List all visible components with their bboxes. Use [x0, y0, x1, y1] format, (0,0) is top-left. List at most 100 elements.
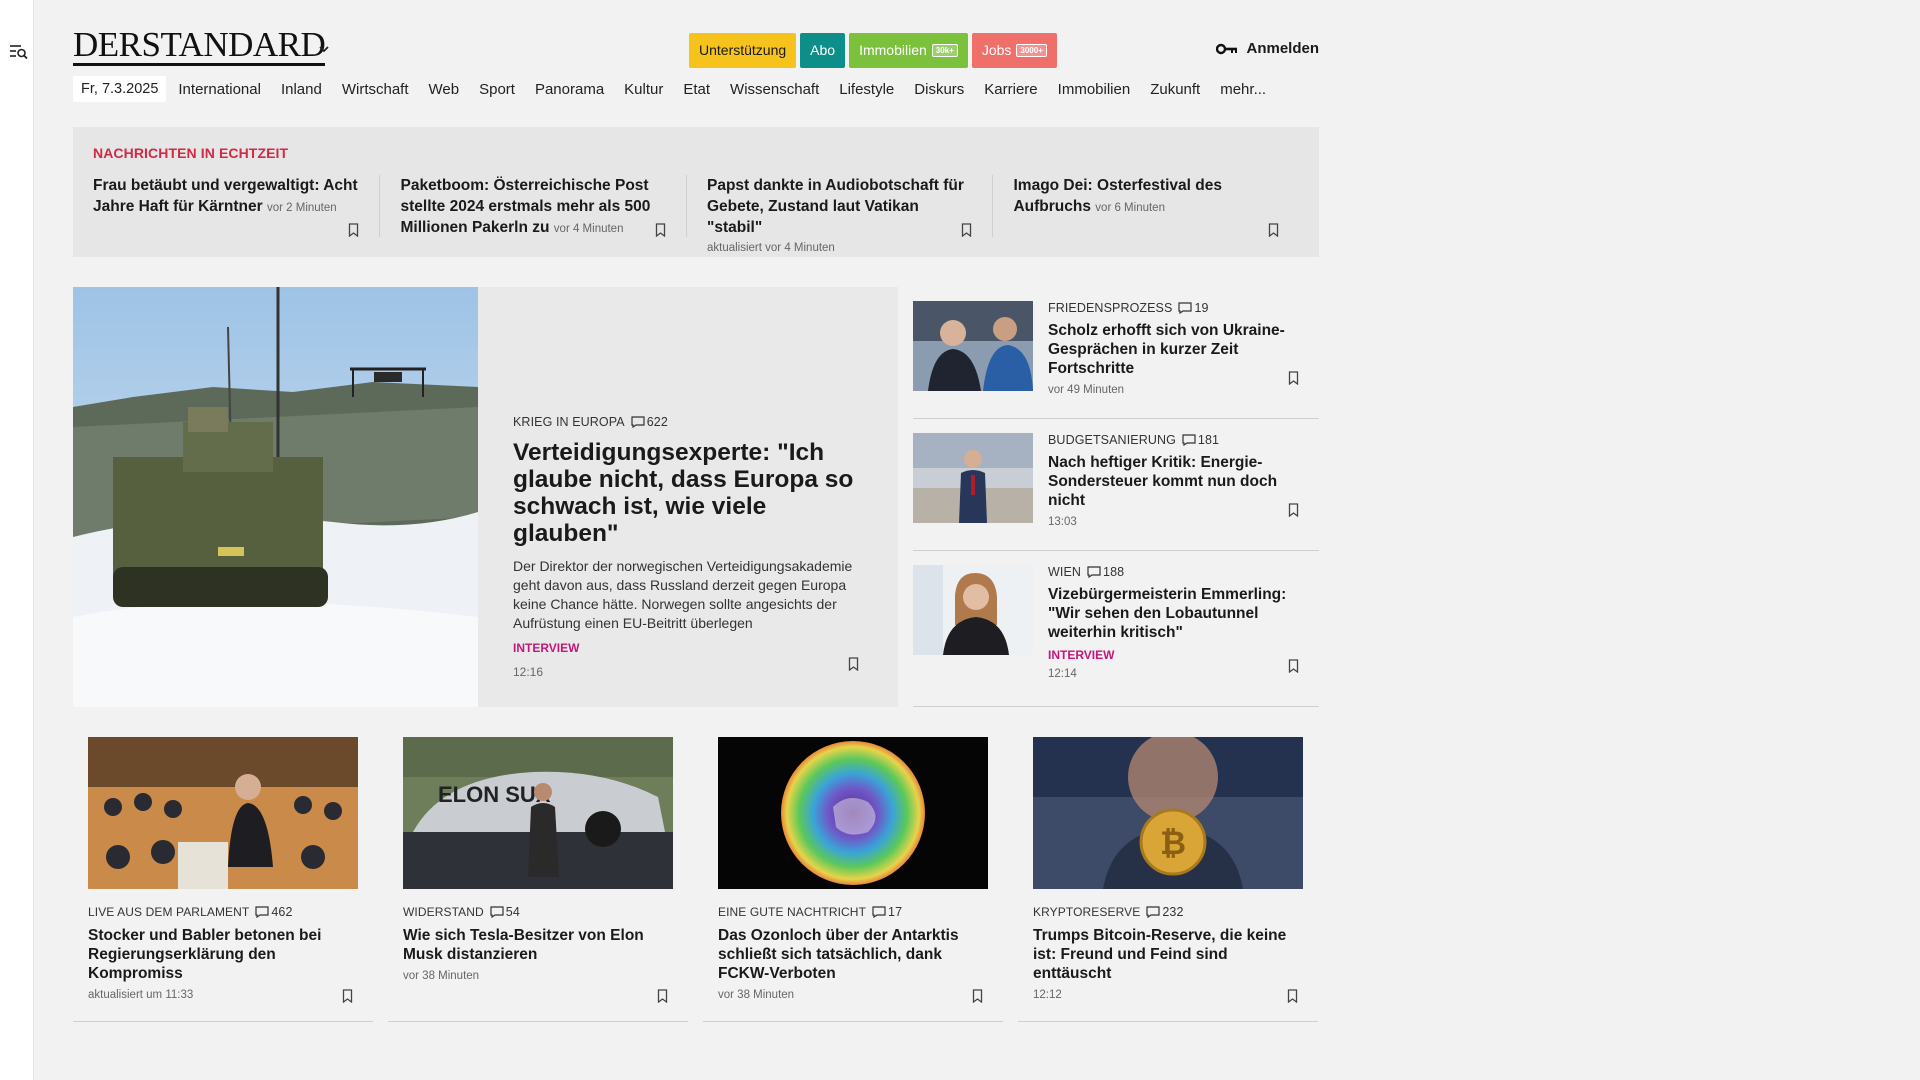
bookmark-icon[interactable]	[1288, 659, 1299, 673]
side-article-title[interactable]: Scholz erhofft sich von Ukraine-Gespräch…	[1048, 321, 1308, 378]
side-article-comments[interactable]: 188	[1087, 565, 1124, 579]
key-icon	[1216, 43, 1238, 54]
teaser-comments[interactable]: 232	[1146, 905, 1183, 919]
bookmark-icon[interactable]	[848, 657, 859, 671]
lead-title[interactable]: Verteidigungsexperte: "Ich glaube nicht,…	[513, 439, 878, 547]
menu-search-icon[interactable]	[9, 43, 29, 61]
teaser-kicker: EINE GUTE NACHTRICHT 17	[718, 905, 988, 919]
ticker-item-time: vor 6 Minuten	[1095, 202, 1165, 214]
bookmark-icon[interactable]	[1288, 371, 1299, 385]
side-article-comment-count: 181	[1197, 433, 1220, 447]
bookmark-icon[interactable]	[1287, 989, 1298, 1003]
teaser-card[interactable]: LIVE AUS DEM PARLAMENT 462 Stocker und B…	[73, 737, 373, 1022]
teaser-title[interactable]: Das Ozonloch über der Antarktis schließt…	[718, 926, 988, 983]
side-article[interactable]: WIEN 188 Vizebürgermeisterin Emmerling: …	[913, 551, 1319, 707]
side-article[interactable]: FRIEDENSPROZESS 19 Scholz erhofft sich v…	[913, 287, 1319, 419]
lead-image[interactable]	[73, 287, 478, 707]
comment-icon	[255, 906, 269, 918]
lead-teaser: Der Direktor der norwegischen Verteidigu…	[513, 558, 853, 631]
teaser-title[interactable]: Trumps Bitcoin-Reserve, die keine ist: F…	[1033, 926, 1303, 983]
side-article[interactable]: BUDGETSANIERUNG 181 Nach heftiger Kritik…	[913, 419, 1319, 551]
teaser-time: vor 38 Minuten	[403, 970, 480, 982]
teaser-comment-count: 54	[505, 905, 520, 919]
side-article-kicker: WIEN 188	[1048, 565, 1308, 579]
bookmark-icon[interactable]	[972, 989, 983, 1003]
teaser-kicker: LIVE AUS DEM PARLAMENT 462	[88, 905, 358, 919]
bitcoin-symbol: ₿	[1160, 825, 1186, 861]
lead-tag: INTERVIEW	[513, 641, 580, 655]
side-article-kicker: FRIEDENSPROZESS 19	[1048, 301, 1308, 315]
jobs-button[interactable]: Jobs 3000+	[971, 33, 1057, 68]
side-article-image[interactable]	[913, 565, 1033, 655]
bookmark-icon[interactable]	[1288, 503, 1299, 517]
bookmark-icon[interactable]	[1268, 223, 1279, 237]
teaser-image[interactable]	[88, 737, 358, 889]
nav-item-wissenschaft[interactable]: Wissenschaft	[730, 81, 819, 98]
side-article-title[interactable]: Nach heftiger Kritik: Energie-Sondersteu…	[1048, 453, 1308, 510]
teaser-title[interactable]: Wie sich Tesla-Besitzer von Elon Musk di…	[403, 926, 673, 964]
nav-item-web[interactable]: Web	[429, 81, 460, 98]
ticker-item[interactable]: Imago Dei: Osterfestival des Aufbruchs v…	[992, 175, 1299, 237]
side-article-text: WIEN 188 Vizebürgermeisterin Emmerling: …	[1048, 565, 1308, 680]
teaser-time: vor 38 Minuten	[718, 989, 795, 1001]
lead-kicker: KRIEG IN EUROPA 622	[513, 415, 878, 429]
nav-item-sport[interactable]: Sport	[479, 81, 515, 98]
nav-item-immobilien[interactable]: Immobilien	[1058, 81, 1131, 98]
teaser-card[interactable]: ELON SUX WIDERSTAND 54 Wie sich Tesla-Be…	[388, 737, 688, 1022]
teaser-kicker-label: WIDERSTAND	[403, 905, 484, 919]
bookmark-icon[interactable]	[348, 223, 359, 237]
side-article-image[interactable]	[913, 301, 1033, 391]
teaser-comments[interactable]: 54	[490, 905, 520, 919]
bookmark-icon[interactable]	[342, 989, 353, 1003]
side-article-comments[interactable]: 181	[1182, 433, 1219, 447]
support-button[interactable]: Unterstützung	[689, 33, 797, 68]
side-article-text: FRIEDENSPROZESS 19 Scholz erhofft sich v…	[1048, 301, 1308, 396]
nav-item-inland[interactable]: Inland	[281, 81, 322, 98]
nav-item-karriere[interactable]: Karriere	[984, 81, 1037, 98]
side-article-comment-count: 19	[1194, 301, 1209, 315]
bookmark-icon[interactable]	[655, 223, 666, 237]
side-article-title[interactable]: Vizebürgermeisterin Emmerling: "Wir sehe…	[1048, 585, 1308, 642]
teaser-image[interactable]: ₿	[1033, 737, 1303, 889]
teaser-image[interactable]: ELON SUX	[403, 737, 673, 889]
nav-item-international[interactable]: International	[178, 81, 261, 98]
left-rail	[0, 0, 34, 1080]
nav-item-zukunft[interactable]: Zukunft	[1150, 81, 1200, 98]
jobs-button-label: Jobs	[981, 42, 1012, 58]
teaser-card[interactable]: EINE GUTE NACHTRICHT 17 Das Ozonloch übe…	[703, 737, 1003, 1022]
immobilien-button[interactable]: Immobilien 30k+	[849, 33, 968, 68]
photo-bitcoin: ₿	[1033, 737, 1303, 889]
teaser-comments[interactable]: 17	[872, 905, 902, 919]
nav-item-panorama[interactable]: Panorama	[535, 81, 604, 98]
tesla-sign-text: ELON SUX	[438, 782, 551, 807]
logo[interactable]: DERSTANDARD	[73, 27, 326, 66]
nav-item-more[interactable]: mehr...	[1220, 81, 1266, 98]
side-article-comments[interactable]: 19	[1178, 301, 1208, 315]
photo-emmerling	[913, 565, 1033, 655]
nav-item-kultur[interactable]: Kultur	[624, 81, 663, 98]
teaser-card[interactable]: ₿ KRYPTORESERVE 232 Trumps Bitcoin-Reser…	[1018, 737, 1318, 1022]
bookmark-icon[interactable]	[961, 223, 972, 237]
nav-item-wirtschaft[interactable]: Wirtschaft	[342, 81, 409, 98]
teaser-image[interactable]	[718, 737, 988, 889]
ticker-item-time: vor 4 Minuten	[553, 223, 624, 235]
side-article-image[interactable]	[913, 433, 1033, 523]
side-article-time: vor 49 Minuten	[1048, 384, 1125, 396]
nav-item-etat[interactable]: Etat	[683, 81, 710, 98]
header-buttons: Unterstützung Abo Immobilien 30k+ Jobs 300…	[689, 33, 1057, 68]
nav-item-lifestyle[interactable]: Lifestyle	[839, 81, 894, 98]
bookmark-icon[interactable]	[657, 989, 668, 1003]
lead-comments[interactable]: 622	[631, 415, 668, 429]
ticker-item[interactable]: Paketboom: Österreichische Post stellte …	[379, 175, 686, 237]
teaser-comments[interactable]: 462	[255, 905, 292, 919]
lead-text: KRIEG IN EUROPA 622 Verteidigungsexperte…	[513, 415, 878, 679]
ticker-item[interactable]: Frau betäubt und vergewaltigt: Acht Jahr…	[93, 175, 379, 237]
nav-item-diskurs[interactable]: Diskurs	[914, 81, 964, 98]
chevron-down-icon[interactable]	[318, 43, 330, 55]
ticker-item[interactable]: Papst dankte in Audiobotschaft für Gebet…	[685, 175, 993, 254]
login-button[interactable]: Anmelden	[1216, 40, 1319, 57]
live-ticker: NACHRICHTEN IN ECHTZEIT Frau betäubt und…	[73, 127, 1319, 257]
abo-button[interactable]: Abo	[800, 33, 846, 68]
teaser-title[interactable]: Stocker und Babler betonen bei Regierung…	[88, 926, 358, 983]
lead-article[interactable]: KRIEG IN EUROPA 622 Verteidigungsexperte…	[73, 287, 898, 707]
